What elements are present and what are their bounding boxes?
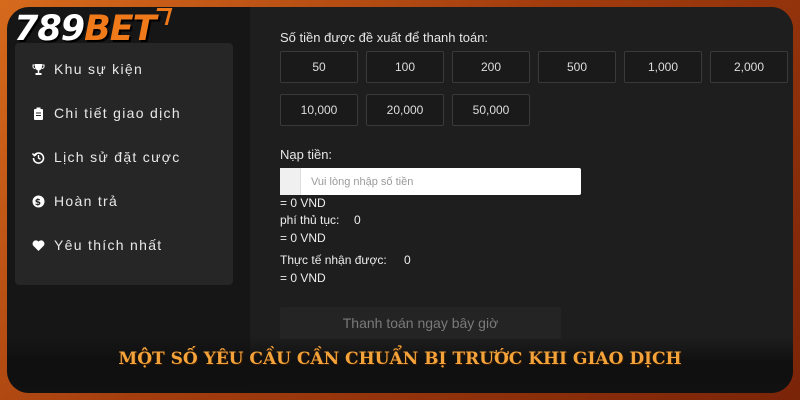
heart-icon — [32, 239, 45, 252]
actual-received-label: Thực tế nhận được: — [280, 253, 387, 267]
app-window: Khu sự kiện Chi tiết giao dịch Lịch sử đ… — [7, 7, 793, 393]
amount-button-10000[interactable]: 10,000 — [280, 94, 358, 126]
amount-button-2000[interactable]: 2,000 — [710, 51, 788, 83]
amount-button-500[interactable]: 500 — [538, 51, 616, 83]
sidebar-item-bet-history[interactable]: Lịch sử đặt cược — [32, 147, 181, 167]
fee-converted: = 0 VND — [280, 231, 326, 245]
sidebar-item-label: Yêu thích nhất — [54, 237, 163, 253]
clipboard-icon — [32, 107, 45, 120]
amount-button-50000[interactable]: 50,000 — [452, 94, 530, 126]
amount-button-200[interactable]: 200 — [452, 51, 530, 83]
amount-button-1000[interactable]: 1,000 — [624, 51, 702, 83]
dollar-coin-icon: $ — [32, 195, 45, 208]
deposit-panel: Số tiền được đề xuất để thanh toán: 50 1… — [250, 7, 793, 393]
suggested-amount-label: Số tiền được đề xuất để thanh toán: — [280, 30, 489, 45]
logo-text: 789BET — [14, 9, 157, 49]
amount-button-50[interactable]: 50 — [280, 51, 358, 83]
logo-part-789: 789 — [14, 9, 85, 49]
sidebar-item-transactions[interactable]: Chi tiết giao dịch — [32, 103, 181, 123]
logo-part-bet: BET — [84, 9, 156, 49]
pay-now-button[interactable]: Thanh toán ngay bây giờ — [280, 307, 561, 339]
brand-logo: 789BET — [14, 8, 172, 49]
trophy-icon — [32, 63, 45, 76]
amount-button-20000[interactable]: 20,000 — [366, 94, 444, 126]
actual-received-value: 0 — [404, 253, 411, 267]
fee-value: 0 — [354, 213, 361, 227]
sidebar-item-label: Lịch sử đặt cược — [54, 149, 181, 165]
sidebar-item-label: Khu sự kiện — [54, 61, 144, 77]
caption-text: MỘT SỐ YÊU CẦU CẦN CHUẨN BỊ TRƯỚC KHI GI… — [118, 349, 682, 369]
actual-received-converted: = 0 VND — [280, 271, 326, 285]
sidebar-item-favorites[interactable]: Yêu thích nhất — [32, 235, 163, 255]
sidebar-item-label: Hoàn trả — [54, 193, 119, 209]
deposit-amount-field[interactable] — [280, 167, 581, 196]
orange-frame: Khu sự kiện Chi tiết giao dịch Lịch sử đ… — [0, 0, 800, 400]
sidebar-item-rebate[interactable]: $ Hoàn trả — [32, 191, 118, 211]
amount-button-100[interactable]: 100 — [366, 51, 444, 83]
deposit-label: Nạp tiền: — [280, 147, 333, 162]
sidebar: Khu sự kiện Chi tiết giao dịch Lịch sử đ… — [15, 43, 233, 285]
deposit-converted: = 0 VND — [280, 196, 326, 210]
svg-text:$: $ — [35, 198, 43, 208]
fee-label: phí thủ tục: — [280, 213, 340, 227]
history-icon — [32, 151, 45, 164]
sidebar-item-events[interactable]: Khu sự kiện — [32, 59, 143, 79]
deposit-amount-input[interactable] — [301, 167, 581, 196]
input-prefix — [280, 168, 301, 195]
sidebar-item-label: Chi tiết giao dịch — [54, 105, 181, 121]
